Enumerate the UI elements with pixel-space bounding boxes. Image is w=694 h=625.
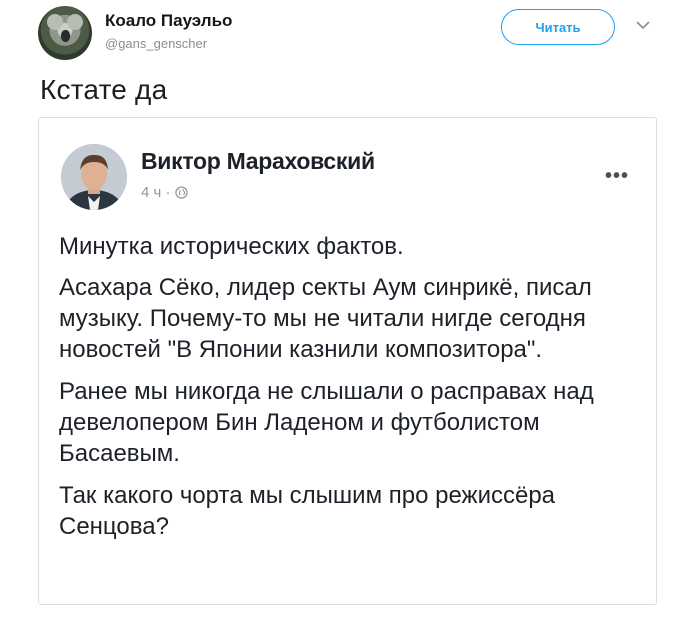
person-avatar[interactable] [61,144,127,210]
chevron-down-icon[interactable] [636,20,650,30]
avatar-ear-right [67,14,83,30]
globe-icon [174,186,188,199]
tweet-text: Кстате да [40,74,168,105]
author-display-name[interactable]: Коало Пауэльо [105,11,232,31]
post-paragraph: Так какого чорта мы слышим про режиссёра… [59,482,556,540]
quoted-facebook-post[interactable]: Виктор Мараховский 4 ч · ••• Минутка ист… [38,117,657,605]
avatar-nose [61,30,70,42]
post-paragraph: Ранее мы никогда не слышали о расправах … [59,378,594,467]
more-icon[interactable]: ••• [605,166,629,186]
post-body: Минутка исторических фактов. Асахара Сёк… [59,231,649,553]
follow-button[interactable]: Читать [501,9,615,45]
post-author-name[interactable]: Виктор Мараховский [141,148,375,175]
post-meta: 4 ч · [141,184,188,201]
tweet-header: Коало Пауэльо @gans_genscher Читать [38,6,658,62]
author-handle[interactable]: @gans_genscher [105,36,207,51]
post-paragraph: Минутка исторических фактов. [59,233,404,260]
post-time[interactable]: 4 ч · [141,184,171,201]
post-paragraph: Асахара Сёко, лидер секты Аум синрикё, п… [59,274,592,363]
person-avatar-graphic [61,144,127,210]
koala-avatar[interactable] [38,6,92,60]
avatar-ear-left [47,14,63,30]
